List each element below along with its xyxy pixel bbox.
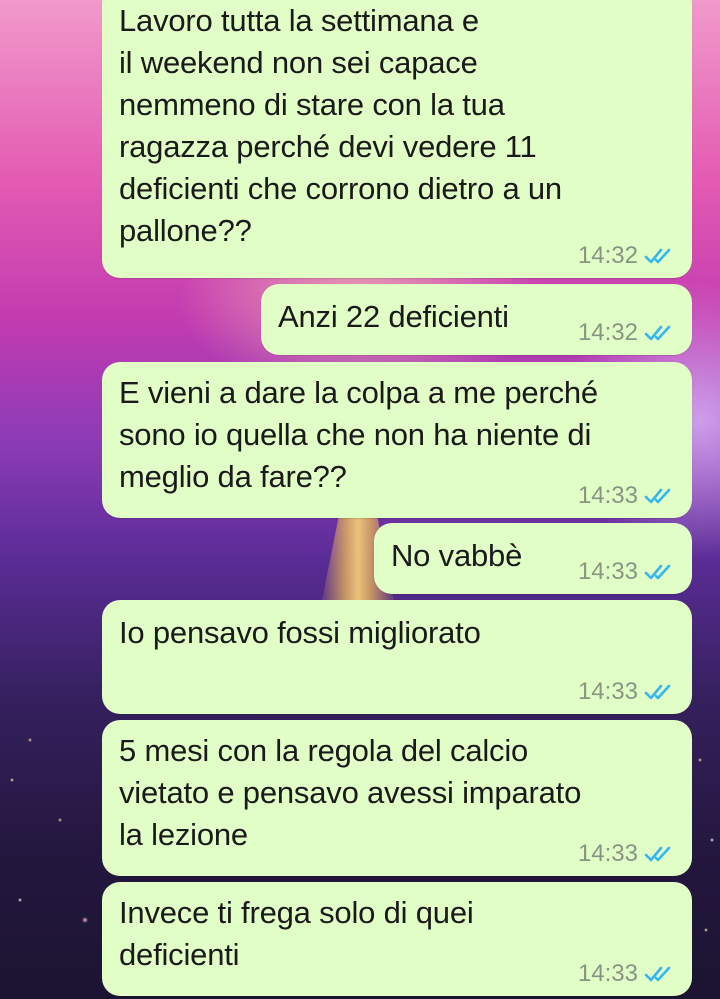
message-bubble[interactable]: Io pensavo fossi migliorato 14:33 (102, 600, 692, 714)
message-bubble[interactable]: 5 mesi con la regola del calcio vietato … (102, 720, 692, 876)
message-timestamp: 14:32 (577, 319, 638, 346)
message-text: 5 mesi con la regola del calcio vietato … (119, 733, 582, 852)
message-timestamp: 14:33 (577, 840, 638, 867)
message-meta: 14:33 (578, 960, 674, 988)
double-check-read-icon (644, 684, 671, 700)
message-bubble[interactable]: No vabbè 14:33 (374, 523, 692, 594)
message-timestamp: 14:33 (577, 558, 638, 585)
message-timestamp: 14:33 (577, 960, 638, 987)
double-check-read-icon (644, 846, 671, 862)
double-check-read-icon (644, 966, 671, 982)
double-check-read-icon (644, 248, 671, 264)
message-timestamp: 14:33 (577, 678, 638, 705)
message-bubble[interactable]: E vieni a dare la colpa a me perché sono… (102, 362, 692, 518)
message-text: Invece ti frega solo di quei deficienti (119, 895, 474, 972)
message-meta: 14:32 (578, 319, 674, 347)
message-meta: 14:33 (578, 678, 674, 706)
message-text: Lavoro tutta la settimana e il weekend n… (119, 3, 562, 248)
message-meta: 14:33 (578, 558, 674, 586)
message-meta: 14:32 (578, 242, 674, 270)
message-text: E vieni a dare la colpa a me perché sono… (119, 375, 598, 494)
message-bubble[interactable]: Lavoro tutta la settimana e il weekend n… (102, 0, 692, 278)
message-bubble[interactable]: Invece ti frega solo di quei deficienti … (102, 882, 692, 996)
message-text: No vabbè (391, 538, 523, 573)
message-meta: 14:33 (578, 840, 674, 868)
double-check-read-icon (644, 564, 671, 580)
message-text: Io pensavo fossi migliorato (119, 615, 481, 650)
double-check-read-icon (644, 488, 671, 504)
message-meta: 14:33 (578, 482, 674, 510)
message-timestamp: 14:33 (577, 482, 638, 509)
double-check-read-icon (644, 325, 671, 341)
message-bubble[interactable]: Anzi 22 deficienti 14:32 (261, 284, 692, 355)
message-text: Anzi 22 deficienti (278, 299, 509, 334)
message-timestamp: 14:32 (577, 242, 638, 269)
